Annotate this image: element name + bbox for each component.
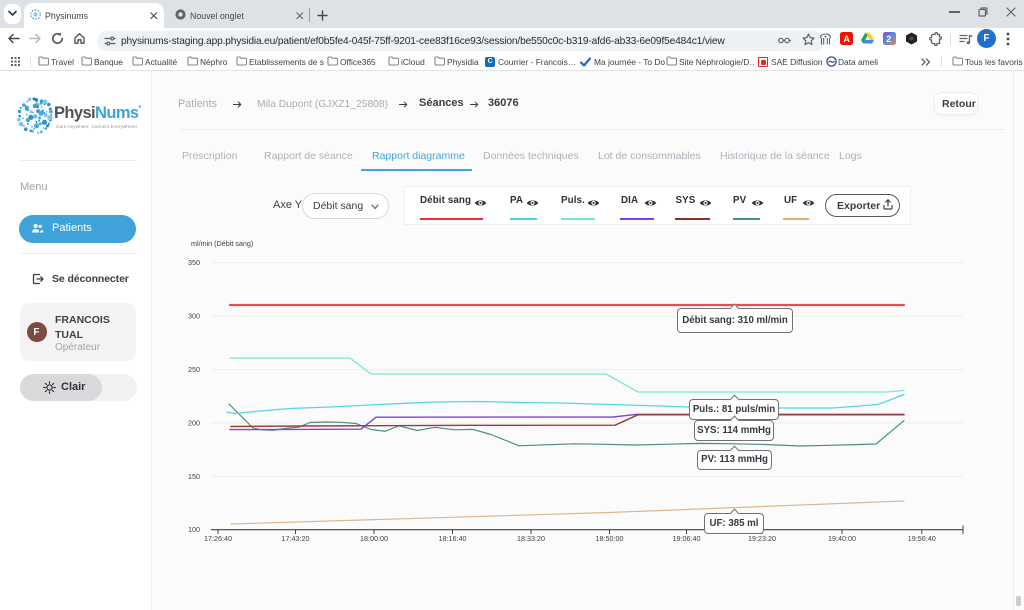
svg-text:19:06:40: 19:06:40 [673, 534, 701, 543]
svg-text:19:23:20: 19:23:20 [748, 534, 776, 543]
svg-text:18:33:20: 18:33:20 [517, 534, 545, 543]
svg-text:19:56:40: 19:56:40 [908, 534, 936, 543]
svg-text:100: 100 [188, 525, 200, 534]
svg-text:150: 150 [188, 472, 200, 481]
svg-text:250: 250 [188, 365, 200, 374]
svg-text:17:26:40: 17:26:40 [204, 534, 232, 543]
svg-text:200: 200 [188, 419, 200, 428]
svg-text:17:43:20: 17:43:20 [282, 534, 310, 543]
svg-text:18:50:00: 18:50:00 [596, 534, 624, 543]
svg-text:18:00:00: 18:00:00 [360, 534, 388, 543]
svg-text:ml/min (Débit sang): ml/min (Débit sang) [191, 239, 253, 248]
svg-text:300: 300 [188, 312, 200, 321]
svg-text:19:40:00: 19:40:00 [828, 534, 856, 543]
svg-text:350: 350 [188, 258, 200, 267]
svg-text:18:16:40: 18:16:40 [439, 534, 467, 543]
